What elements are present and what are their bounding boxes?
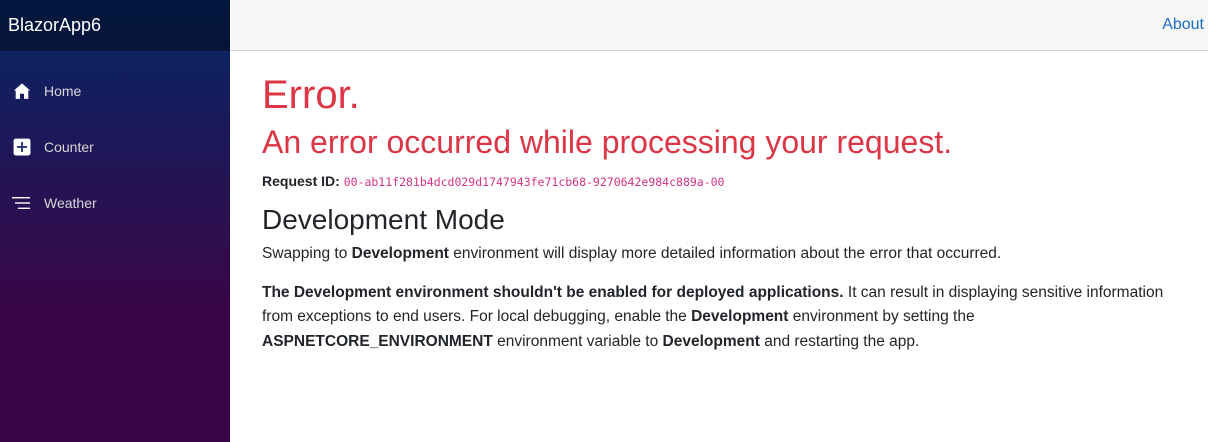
- text-segment: and restarting the app.: [759, 332, 920, 350]
- home-icon: [12, 81, 32, 101]
- sidebar-item-weather[interactable]: Weather: [0, 175, 230, 231]
- text-segment: environment by setting the: [788, 308, 975, 325]
- dev-paragraph-1: Swapping to Development environment will…: [262, 242, 1196, 267]
- plus-square-icon: [12, 137, 32, 157]
- brand-link[interactable]: BlazorApp6: [8, 15, 101, 36]
- request-id-value: 00-ab11f281b4dcd029d1747943fe71cb68-9270…: [343, 175, 725, 189]
- sidebar-item-label: Counter: [44, 139, 94, 155]
- top-row: About: [230, 0, 1208, 51]
- sidebar-item-label: Weather: [44, 195, 97, 211]
- text-bold-segment: Development: [351, 245, 449, 262]
- text-segment: Swapping to: [262, 245, 352, 262]
- sidebar-item-label: Home: [44, 83, 82, 99]
- text-bold-segment: Development: [662, 332, 760, 350]
- sidebar: BlazorApp6 Home Counter Weather: [0, 0, 230, 442]
- about-link[interactable]: About: [1162, 16, 1204, 34]
- brand-bar: BlazorApp6: [0, 0, 230, 51]
- error-title: Error.: [262, 73, 360, 117]
- list-icon: [12, 193, 32, 213]
- text-bold-segment: ASPNETCORE_ENVIRONMENT: [262, 332, 493, 350]
- sidebar-item-counter[interactable]: Counter: [0, 119, 230, 175]
- text-bold-segment: Development: [691, 308, 789, 325]
- main-content: Error. An error occurred while processin…: [262, 51, 1196, 354]
- dev-paragraph-2: The Development environment shouldn't be…: [262, 281, 1196, 355]
- text-segment: environment will display more detailed i…: [448, 245, 1002, 262]
- text-segment: environment variable to: [492, 332, 663, 350]
- request-id-line: Request ID: 00-ab11f281b4dcd029d1747943f…: [262, 171, 1196, 192]
- sidebar-item-home[interactable]: Home: [0, 63, 230, 119]
- error-subtitle: An error occurred while processing your …: [262, 124, 953, 160]
- dev-mode-title: Development Mode: [262, 204, 505, 235]
- nav-menu: Home Counter Weather: [0, 51, 230, 231]
- request-id-label: Request ID:: [262, 173, 340, 189]
- text-bold-segment: The Development environment shouldn't be…: [262, 283, 844, 301]
